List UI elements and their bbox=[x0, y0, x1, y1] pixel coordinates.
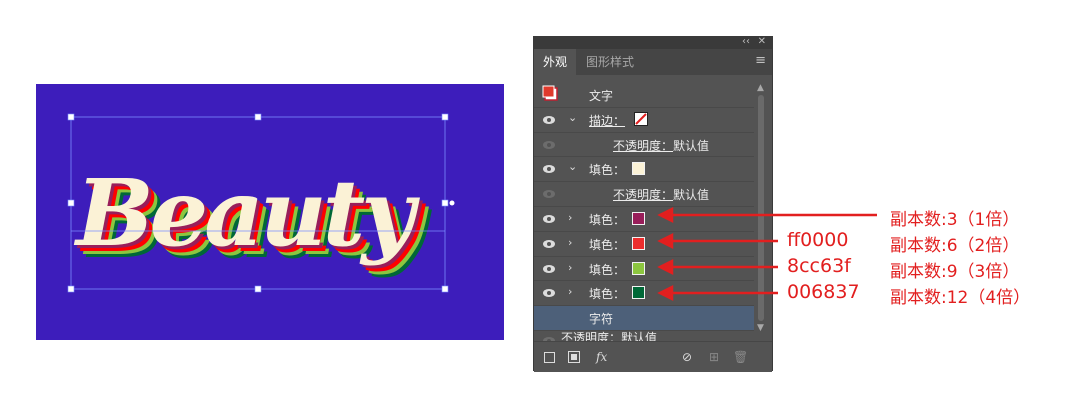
annotation-copies-4: 副本数:12（4倍） bbox=[890, 288, 1031, 308]
annotation-hex-4: 006837 bbox=[787, 281, 860, 303]
annotation-hex-2: ff0000 bbox=[787, 229, 849, 251]
arrow-head-4 bbox=[657, 284, 674, 302]
arrow-head-3 bbox=[657, 258, 674, 276]
annotation-copies-1: 副本数:3（1倍） bbox=[890, 210, 1020, 230]
annotation-copies-2: 副本数:6（2倍） bbox=[890, 236, 1020, 256]
annotation-copies-3: 副本数:9（3倍） bbox=[890, 262, 1020, 282]
annotation-hex-3: 8cc63f bbox=[787, 255, 851, 277]
arrow-head-2 bbox=[657, 232, 674, 250]
arrow-head-1 bbox=[657, 206, 674, 224]
